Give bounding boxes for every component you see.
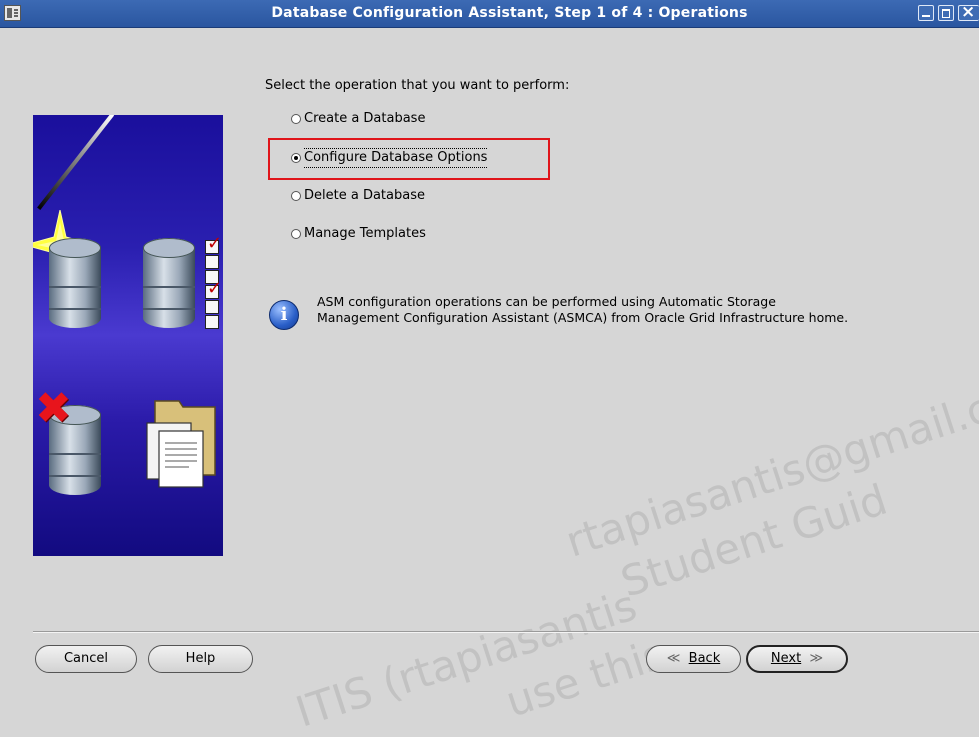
- next-arrow-icon: ≫: [809, 651, 824, 666]
- next-button[interactable]: Next ≫: [746, 645, 848, 673]
- help-label: Help: [185, 651, 216, 666]
- watermark-text: use this: [500, 629, 672, 727]
- operation-prompt: Select the operation that you want to pe…: [265, 78, 570, 93]
- delete-x-icon: ✖: [35, 383, 72, 434]
- title-bar: Database Configuration Assistant, Step 1…: [0, 0, 979, 28]
- option-manage-templates[interactable]: Manage Templates: [291, 225, 426, 243]
- close-button[interactable]: [958, 2, 979, 22]
- option-label: Manage Templates: [304, 226, 426, 241]
- next-label: Next: [770, 651, 802, 666]
- option-label: Create a Database: [304, 111, 426, 126]
- radio-create-database[interactable]: [291, 114, 301, 124]
- info-line-1: ASM configuration operations can be perf…: [317, 294, 776, 309]
- back-button[interactable]: ≪ Back: [646, 645, 741, 673]
- radio-manage-templates[interactable]: [291, 229, 301, 239]
- cancel-label: Cancel: [63, 651, 109, 666]
- database-cylinder-icon: [49, 238, 101, 328]
- back-arrow-icon: ≪: [666, 651, 681, 666]
- info-icon: i: [269, 300, 299, 330]
- database-configure-icon: [143, 238, 195, 328]
- info-line-2: Management Configuration Assistant (ASMC…: [317, 310, 849, 325]
- help-button[interactable]: Help: [148, 645, 253, 673]
- back-label: Back: [688, 651, 721, 666]
- option-label: Delete a Database: [304, 188, 425, 203]
- button-separator: [33, 631, 979, 633]
- radio-delete-database[interactable]: [291, 191, 301, 201]
- watermark-text: ITIS (rtapiasantis: [290, 580, 643, 737]
- magic-wand-icon: [37, 115, 115, 211]
- highlight-box: [268, 138, 550, 180]
- checkbox-list-icon: [205, 233, 222, 330]
- cancel-button[interactable]: Cancel: [35, 645, 137, 673]
- minimize-button[interactable]: [918, 5, 934, 21]
- watermark-text: Student Guid: [615, 474, 893, 607]
- asm-info-message: ASM configuration operations can be perf…: [317, 294, 967, 326]
- maximize-button[interactable]: [938, 5, 954, 21]
- watermark-text: rtapiasantis@gmail.com): [560, 357, 979, 567]
- templates-folder-icon: [146, 400, 216, 488]
- wizard-illustration: ✖: [33, 115, 223, 556]
- window-title: Database Configuration Assistant, Step 1…: [271, 5, 748, 21]
- option-create-database[interactable]: Create a Database: [291, 110, 425, 128]
- option-delete-database[interactable]: Delete a Database: [291, 187, 425, 205]
